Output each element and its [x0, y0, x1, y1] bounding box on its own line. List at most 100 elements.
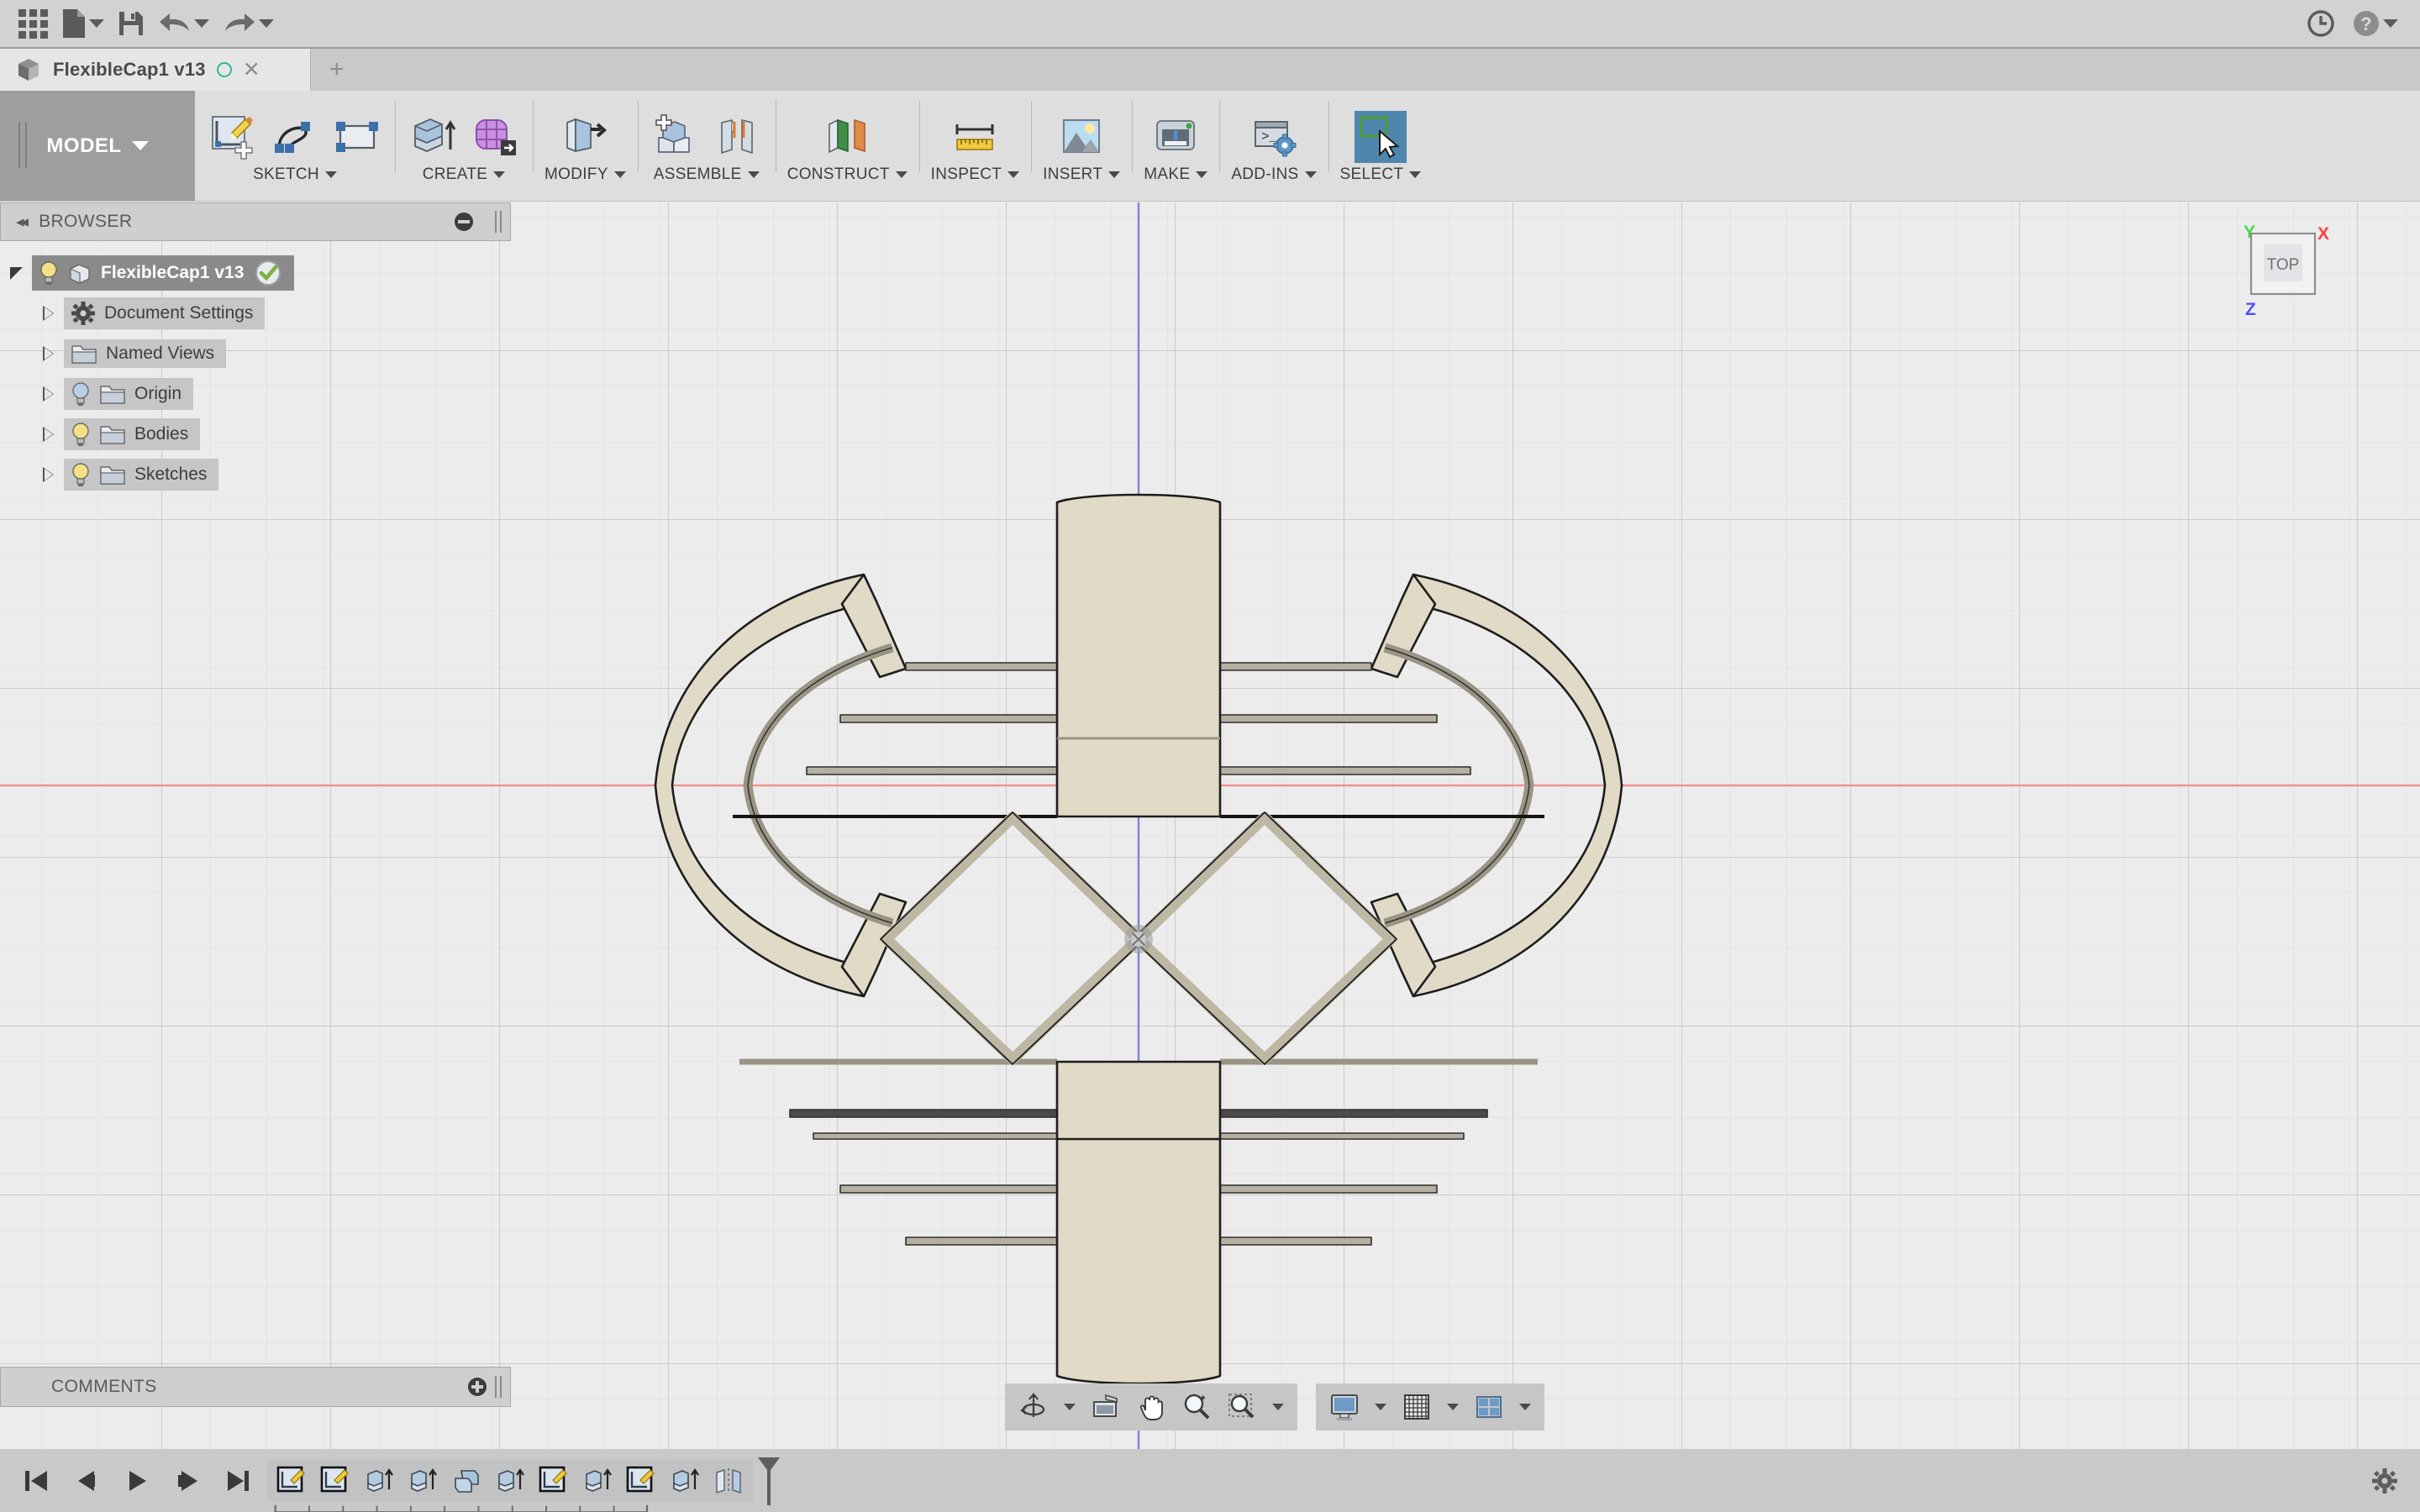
timeline-item-extrude-1[interactable] [361, 1463, 397, 1499]
undo-button[interactable] [151, 4, 216, 43]
timeline-item-combine-1[interactable] [449, 1463, 484, 1499]
zoom-button[interactable] [1176, 1388, 1217, 1426]
go-to-beginning-button[interactable] [18, 1463, 54, 1499]
new-tab-button[interactable]: + [311, 49, 363, 91]
tree-row-flexiblecap1[interactable]: FlexibleCap1 v13 [0, 253, 511, 293]
job-status-button[interactable] [2300, 4, 2342, 43]
timeline-item-sketch-4[interactable] [623, 1463, 659, 1499]
timeline-item-mirror-1[interactable] [711, 1463, 746, 1499]
panel-label-inspect[interactable]: INSPECT [931, 165, 1020, 184]
tree-pill-named-views[interactable]: Named Views [64, 339, 227, 368]
tool-joint[interactable] [712, 111, 764, 163]
grid-snaps-dropdown[interactable] [1442, 1404, 1464, 1410]
lightbulb-off-icon[interactable] [71, 381, 91, 407]
panel-label-select[interactable]: SELECT [1340, 165, 1422, 184]
grip-handle[interactable] [495, 1376, 502, 1398]
expand-arrow-right[interactable] [32, 386, 64, 402]
redo-button[interactable] [216, 4, 281, 43]
grip-handle[interactable] [495, 211, 502, 233]
zoom-dropdown[interactable] [1267, 1404, 1289, 1410]
tree-row-sketches[interactable]: Sketches [0, 454, 511, 495]
panel-label-make[interactable]: MAKE [1144, 165, 1208, 184]
step-forward-button[interactable] [170, 1463, 205, 1499]
look-at-button[interactable] [1086, 1388, 1126, 1426]
press-pull-icon [566, 118, 608, 153]
tool-create-form[interactable] [469, 111, 521, 163]
grid-snaps-button[interactable] [1397, 1388, 1437, 1426]
tool-extrude[interactable] [407, 111, 459, 163]
tool-select[interactable] [1354, 111, 1407, 163]
expand-arrow-right[interactable] [32, 346, 64, 361]
tree-pill-bodies[interactable]: Bodies [64, 418, 201, 450]
viewports-button[interactable] [1469, 1388, 1509, 1426]
lightbulb-on-icon[interactable] [71, 462, 91, 487]
timeline-item-sketch-2[interactable] [318, 1463, 353, 1499]
navigation-bar [1005, 1383, 1544, 1431]
tree-pill-root[interactable]: FlexibleCap1 v13 [32, 255, 295, 291]
panel-label-create[interactable]: CREATE [423, 165, 506, 184]
save-button[interactable] [111, 4, 151, 43]
panel-label-assemble[interactable]: ASSEMBLE [654, 165, 760, 184]
panel-label-addins[interactable]: ADD-INS [1231, 165, 1317, 184]
tree-row-document-settings[interactable]: Document Settings [0, 293, 511, 333]
viewports-dropdown[interactable] [1514, 1404, 1536, 1410]
workspace-switcher[interactable]: MODEL [0, 91, 195, 201]
pan-button[interactable] [1131, 1388, 1171, 1426]
timeline-item-sketch-1[interactable] [274, 1463, 309, 1499]
timeline-track[interactable] [274, 1504, 649, 1512]
timeline-item-extrude-5[interactable] [667, 1463, 702, 1499]
zoom-window-button[interactable] [1222, 1388, 1262, 1426]
gear-icon[interactable] [2371, 1467, 2398, 1494]
lightbulb-on-icon[interactable] [71, 422, 91, 447]
expand-arrow-down[interactable] [0, 266, 32, 280]
tree-row-bodies[interactable]: Bodies [0, 414, 511, 454]
tool-measure[interactable] [949, 111, 1001, 163]
panel-label-construct[interactable]: CONSTRUCT [787, 165, 908, 184]
tool-3d-print[interactable] [1150, 111, 1202, 163]
view-cube[interactable]: Y X Z TOP [2233, 218, 2343, 327]
document-tab-bar: FlexibleCap1 v13 ✕ + [0, 49, 2420, 91]
expand-arrow-right[interactable] [32, 427, 64, 442]
tree-pill-origin[interactable]: Origin [64, 378, 194, 410]
tool-offset-plane[interactable] [821, 111, 873, 163]
orbit-button[interactable] [1013, 1388, 1054, 1426]
lightbulb-on-icon[interactable] [39, 260, 59, 286]
tool-scripts-addins[interactable]: >_ [1248, 111, 1300, 163]
expand-arrow-right[interactable] [32, 306, 64, 321]
tree-pill-document-settings[interactable]: Document Settings [64, 297, 266, 329]
tool-insert-canvas[interactable] [1055, 111, 1107, 163]
timeline-end-marker[interactable] [755, 1455, 780, 1507]
timeline-item-extrude-3[interactable] [492, 1463, 528, 1499]
file-menu-button[interactable] [55, 4, 111, 43]
timeline-item-sketch-3[interactable] [536, 1463, 571, 1499]
timeline-item-extrude-2[interactable] [405, 1463, 440, 1499]
orbit-dropdown[interactable] [1059, 1404, 1081, 1410]
panel-label-modify[interactable]: MODIFY [544, 165, 626, 184]
close-icon[interactable]: ✕ [243, 59, 260, 81]
timeline-item-extrude-4[interactable] [580, 1463, 615, 1499]
display-settings-dropdown[interactable] [1370, 1404, 1392, 1410]
tree-row-named-views[interactable]: Named Views [0, 333, 511, 374]
display-settings-button[interactable] [1324, 1388, 1365, 1426]
tool-spline[interactable] [269, 111, 321, 163]
app-grid-button[interactable] [12, 4, 55, 43]
tool-rectangle[interactable] [331, 111, 383, 163]
panel-label-sketch[interactable]: SKETCH [253, 165, 337, 184]
ruler-icon [955, 124, 994, 150]
step-back-button[interactable] [69, 1463, 104, 1499]
panel-label-insert[interactable]: INSERT [1043, 165, 1121, 184]
tree-pill-sketches[interactable]: Sketches [64, 459, 219, 491]
tree-row-origin[interactable]: Origin [0, 374, 511, 414]
tool-new-component[interactable] [650, 111, 702, 163]
minus-icon[interactable] [455, 213, 473, 231]
expand-arrow-right[interactable] [32, 467, 64, 482]
plus-icon[interactable] [468, 1378, 487, 1396]
double-chevron-left-icon[interactable]: ◂◂ [16, 213, 29, 232]
document-tab[interactable]: FlexibleCap1 v13 ✕ [0, 49, 311, 91]
tool-create-sketch[interactable] [207, 111, 259, 163]
go-to-end-button[interactable] [220, 1463, 255, 1499]
play-button[interactable] [119, 1463, 155, 1499]
help-button[interactable]: ? [2345, 4, 2405, 43]
comments-panel[interactable]: COMMENTS [0, 1367, 511, 1407]
tool-press-pull[interactable] [559, 111, 611, 163]
